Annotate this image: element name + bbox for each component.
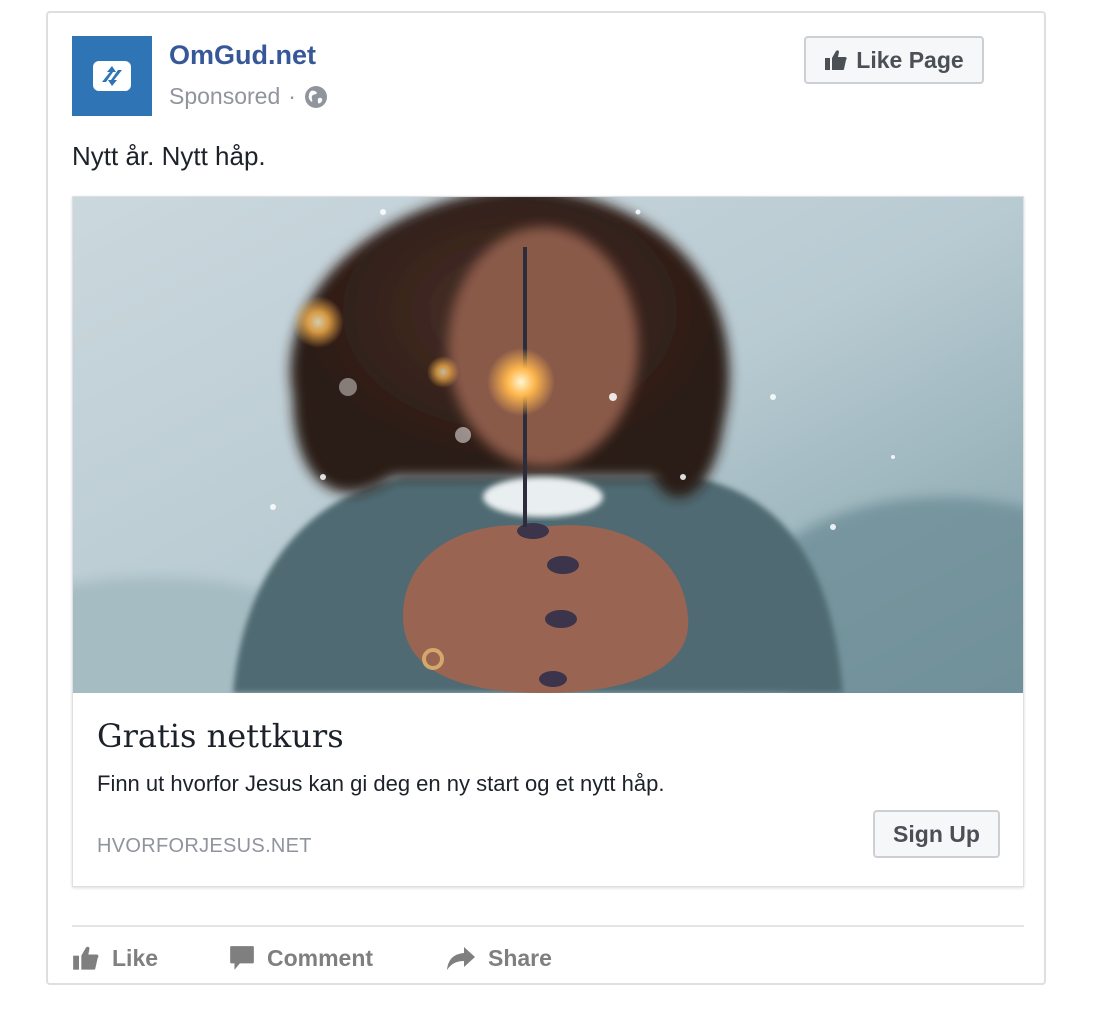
- thumbs-up-icon: [825, 50, 847, 70]
- divider: [72, 925, 1024, 927]
- ad-description: Finn ut hvorfor Jesus kan gi deg en ny s…: [97, 771, 665, 796]
- sign-up-button[interactable]: Sign Up: [873, 810, 1000, 858]
- comment-label: Comment: [267, 944, 374, 971]
- post-text: Nytt år. Nytt håp.: [72, 141, 266, 171]
- sponsored-post-card: OmGud.net Sponsored · Like Page Nytt år.…: [46, 11, 1046, 985]
- woman-holding-sparkler-photo[interactable]: [73, 197, 1023, 693]
- comment-button[interactable]: Comment: [229, 941, 373, 975]
- ad-attachment[interactable]: Gratis nettkurs Finn ut hvorfor Jesus ka…: [72, 196, 1024, 887]
- share-button[interactable]: Share: [446, 941, 552, 975]
- ad-headline[interactable]: Gratis nettkurs: [97, 717, 344, 755]
- like-page-button[interactable]: Like Page: [804, 36, 984, 84]
- share-label: Share: [488, 944, 552, 971]
- comment-icon: [230, 946, 254, 970]
- like-page-label: Like Page: [856, 46, 964, 73]
- ad-domain: HVORFORJESUS.NET: [97, 835, 312, 857]
- like-label: Like: [112, 944, 159, 971]
- sponsored-row: Sponsored ·: [169, 83, 328, 110]
- globe-icon[interactable]: [304, 85, 328, 109]
- like-button[interactable]: Like: [72, 941, 158, 975]
- separator: ·: [288, 83, 296, 109]
- thumbs-up-icon: [73, 946, 99, 970]
- omgud-logo-icon[interactable]: [72, 36, 152, 116]
- page-name[interactable]: OmGud.net: [169, 40, 316, 71]
- sponsored-label: Sponsored: [169, 83, 281, 109]
- share-arrow-icon: [447, 947, 475, 970]
